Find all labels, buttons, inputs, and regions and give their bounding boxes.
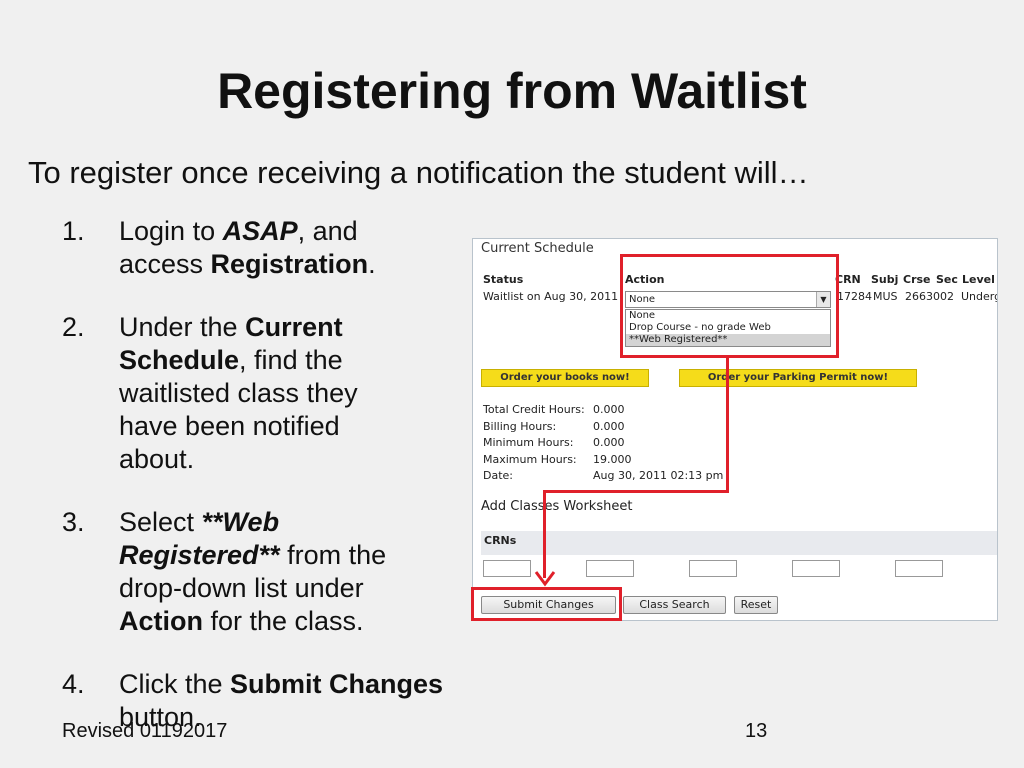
annotation-connector-line bbox=[543, 490, 729, 493]
slide-subtitle: To register once receiving a notificatio… bbox=[28, 155, 809, 190]
row-crse: 2663 bbox=[905, 290, 933, 303]
header-sec: Sec bbox=[936, 273, 958, 286]
hours-summary: Total Credit Hours: 0.000 Billing Hours: 0… bbox=[483, 403, 783, 486]
step-text-emphasis: **Web bbox=[201, 507, 280, 537]
slide-title: Registering from Waitlist bbox=[217, 63, 807, 119]
step-2: 2. Under the Current Schedule, find the … bbox=[62, 311, 482, 476]
step-1: 1. Login to ASAP, and access Registratio… bbox=[62, 215, 482, 281]
stat-label: Maximum Hours: bbox=[483, 452, 577, 466]
step-text: have been notified bbox=[119, 411, 340, 441]
row-crn: 17284 bbox=[837, 290, 872, 303]
row-sec: 002 bbox=[933, 290, 954, 303]
order-parking-button[interactable]: Order your Parking Permit now! bbox=[679, 369, 917, 387]
step-3: 3. Select **Web Registered** from the dr… bbox=[62, 506, 482, 638]
step-number: 2. bbox=[62, 312, 85, 342]
stat-value: 0.000 bbox=[593, 419, 625, 433]
step-number: 1. bbox=[62, 216, 85, 246]
stat-value: Aug 30, 2011 02:13 pm bbox=[593, 469, 724, 482]
step-text-bold: Current bbox=[245, 312, 343, 342]
reset-button[interactable]: Reset bbox=[734, 596, 778, 614]
crn-input[interactable] bbox=[483, 560, 531, 577]
step-text: Click the bbox=[119, 669, 231, 699]
action-highlight-box bbox=[620, 254, 839, 358]
header-subj: Subj bbox=[871, 273, 899, 286]
page-number: 13 bbox=[745, 720, 768, 742]
step-text-emphasis: ASAP bbox=[222, 216, 298, 246]
current-schedule-title: Current Schedule bbox=[481, 241, 594, 256]
step-text: Under the bbox=[119, 312, 246, 342]
step-text-bold: Registration bbox=[210, 249, 369, 279]
stat-row: Billing Hours: 0.000 bbox=[483, 420, 783, 437]
header-status: Status bbox=[483, 273, 524, 286]
crns-header-bar: CRNs bbox=[481, 531, 997, 555]
class-search-button[interactable]: Class Search bbox=[623, 596, 726, 614]
annotation-connector-line bbox=[543, 490, 546, 578]
steps-list: 1. Login to ASAP, and access Registratio… bbox=[62, 215, 482, 734]
submit-highlight-box bbox=[471, 587, 622, 621]
order-books-button[interactable]: Order your books now! bbox=[481, 369, 649, 387]
stat-row: Total Credit Hours: 0.000 bbox=[483, 403, 783, 420]
step-text: for the class. bbox=[203, 606, 364, 636]
step-text-emphasis: Registered** bbox=[119, 540, 280, 570]
step-number: 4. bbox=[62, 669, 85, 699]
add-classes-worksheet-title: Add Classes Worksheet bbox=[481, 499, 633, 514]
crn-input[interactable] bbox=[792, 560, 840, 577]
step-text: Login to bbox=[119, 216, 223, 246]
step-text: drop-down list under bbox=[119, 573, 364, 603]
step-text: , and bbox=[297, 216, 358, 246]
header-level: Level bbox=[962, 273, 995, 286]
stat-row: Date: Aug 30, 2011 02:13 pm bbox=[483, 469, 783, 486]
annotation-connector-line bbox=[726, 356, 729, 492]
step-text: about. bbox=[119, 444, 195, 474]
step-text: waitlisted class they bbox=[119, 378, 358, 408]
crn-input[interactable] bbox=[689, 560, 737, 577]
step-number: 3. bbox=[62, 507, 85, 537]
step-text-bold: Schedule bbox=[119, 345, 240, 375]
row-status: Waitlist on Aug 30, 2011 bbox=[483, 290, 619, 303]
step-text: , find the bbox=[239, 345, 343, 375]
stat-label: Billing Hours: bbox=[483, 419, 557, 433]
header-crse: Crse bbox=[903, 273, 931, 286]
arrow-down-icon bbox=[534, 571, 556, 587]
step-text: access bbox=[119, 249, 211, 279]
step-text: Select bbox=[119, 507, 202, 537]
step-text-bold: Submit Changes bbox=[230, 669, 444, 699]
stat-label: Minimum Hours: bbox=[483, 436, 574, 449]
revision-label: Revised 01192017 bbox=[62, 720, 228, 742]
step-text: . bbox=[368, 249, 376, 279]
row-subj: MUS bbox=[873, 290, 898, 303]
stat-row: Maximum Hours: 19.000 bbox=[483, 453, 783, 470]
stat-label: Total Credit Hours: bbox=[483, 403, 585, 416]
stat-row: Minimum Hours: 0.000 bbox=[483, 436, 783, 453]
row-level: Underg bbox=[961, 290, 998, 303]
step-text-bold: Action bbox=[119, 606, 203, 636]
step-text: from the bbox=[279, 540, 387, 570]
crns-label: CRNs bbox=[484, 534, 517, 547]
stat-value: 0.000 bbox=[593, 403, 625, 416]
stat-label: Date: bbox=[483, 469, 513, 482]
crn-input[interactable] bbox=[586, 560, 634, 577]
stat-value: 19.000 bbox=[593, 452, 632, 466]
stat-value: 0.000 bbox=[593, 436, 625, 449]
crn-input[interactable] bbox=[895, 560, 943, 577]
